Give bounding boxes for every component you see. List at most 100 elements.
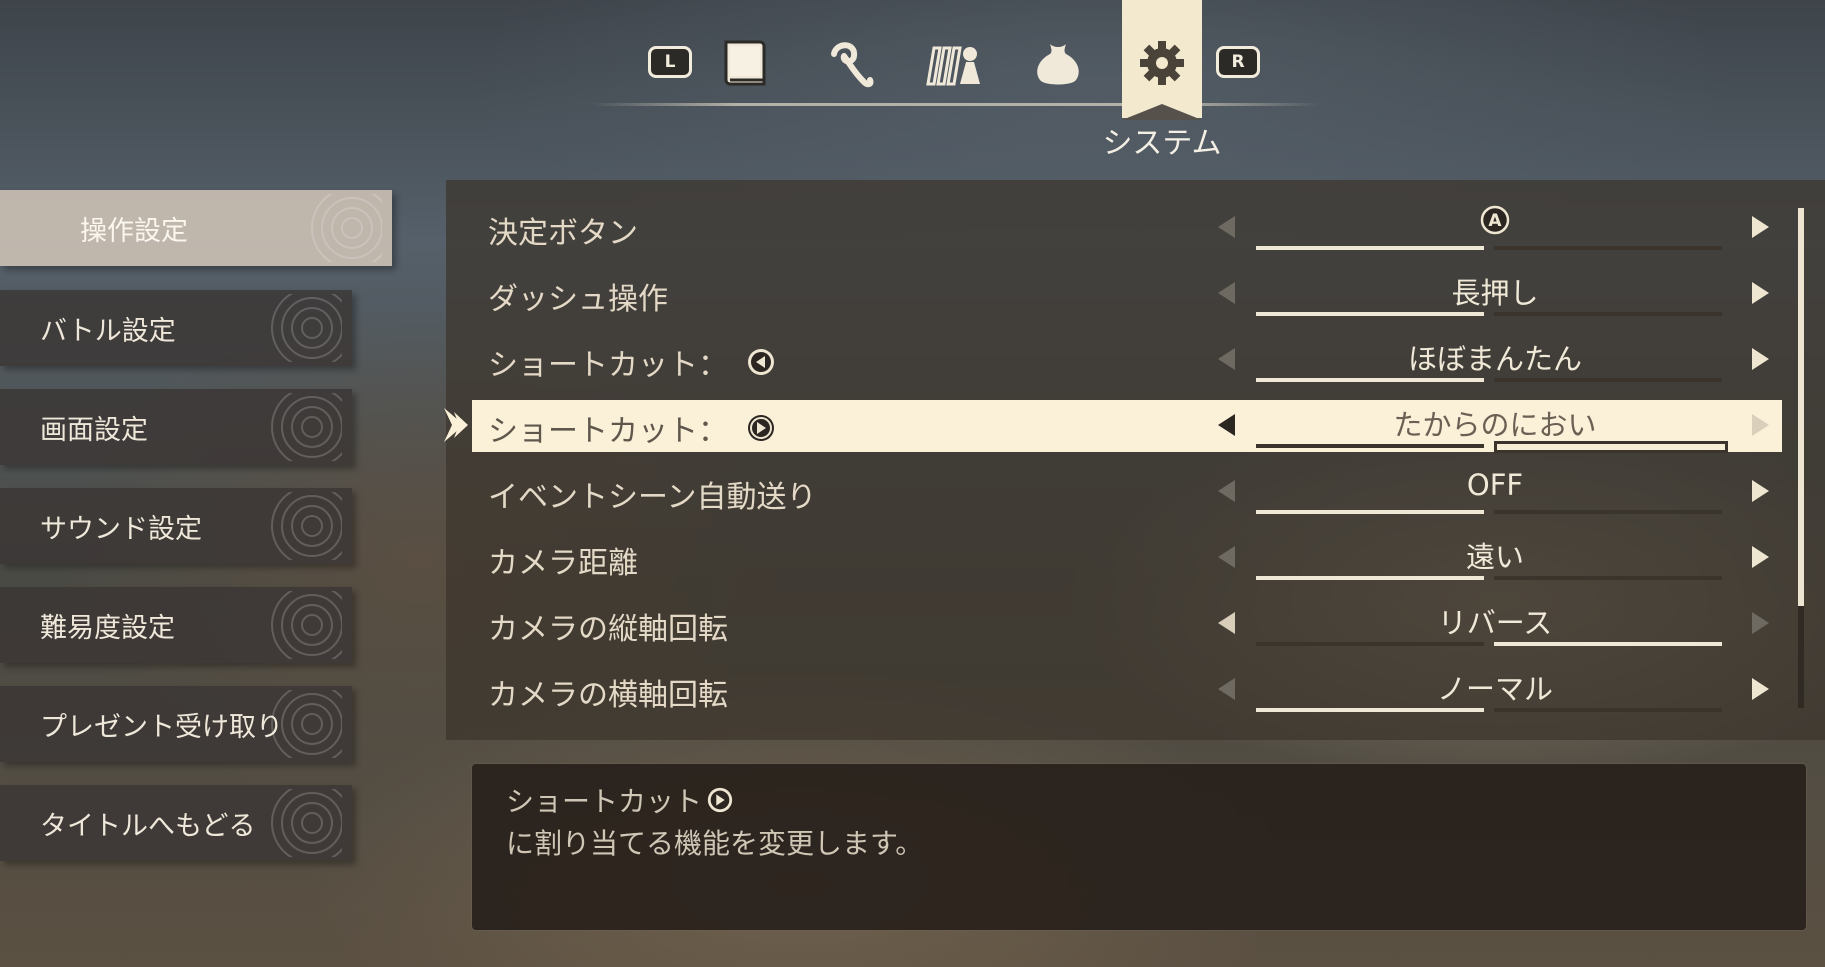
sidebar-item-display[interactable]: 画面設定 xyxy=(0,389,352,465)
arrow-right-icon[interactable] xyxy=(1752,612,1769,634)
arrow-right-icon[interactable] xyxy=(1752,348,1769,370)
arrow-right-icon[interactable] xyxy=(1752,216,1769,238)
setting-label: ダッシュ操作 xyxy=(488,282,668,317)
option-indicator-1 xyxy=(1256,708,1484,712)
setting-row-camera-distance[interactable]: カメラ距離 遠い xyxy=(472,532,1782,584)
swirl-decoration-icon xyxy=(271,789,342,857)
setting-label-text: ショートカット： xyxy=(488,348,728,383)
option-indicator-1 xyxy=(1256,642,1484,646)
setting-value: 遠い xyxy=(1465,540,1524,574)
sidebar-item-label: サウンド設定 xyxy=(40,513,202,545)
setting-label: カメラの横軸回転 xyxy=(488,678,728,713)
sidebar-item-label: 操作設定 xyxy=(80,215,188,247)
a-button-icon: A xyxy=(1480,205,1510,235)
option-indicator-2 xyxy=(1494,576,1722,580)
sidebar-item-label: バトル設定 xyxy=(40,315,176,347)
description-line-2: に割り当てる機能を変更します。 xyxy=(506,827,924,860)
option-indicator-1 xyxy=(1256,444,1484,448)
option-indicator-1 xyxy=(1256,510,1484,514)
arrow-left-icon[interactable] xyxy=(1218,678,1235,700)
arrow-right-icon[interactable] xyxy=(1752,480,1769,502)
settings-panel xyxy=(446,180,1825,740)
swirl-decoration-icon xyxy=(271,393,342,461)
setting-row-dash[interactable]: ダッシュ操作 長押し xyxy=(472,268,1782,320)
active-tab-label: システム xyxy=(1102,126,1222,161)
r-shoulder-button[interactable]: R xyxy=(1216,46,1260,78)
swirl-decoration-icon xyxy=(271,591,342,659)
bag-icon[interactable] xyxy=(1028,36,1088,92)
setting-row-shortcut-right[interactable]: ショートカット： たからのにおい xyxy=(472,400,1782,453)
setting-row-shortcut-left[interactable]: ショートカット： ほぼまんたん xyxy=(472,334,1782,386)
setting-label: 決定ボタン xyxy=(488,216,638,251)
setting-value: リバース xyxy=(1437,606,1553,640)
arrow-left-icon[interactable] xyxy=(1218,546,1235,568)
sidebar-item-label: 画面設定 xyxy=(40,414,148,446)
book-icon[interactable] xyxy=(716,36,776,92)
option-indicator-2 xyxy=(1494,708,1722,712)
party-icon[interactable] xyxy=(924,36,984,92)
setting-row-camera-horizontal[interactable]: カメラの横軸回転 ノーマル xyxy=(472,664,1782,716)
swirl-decoration-icon xyxy=(271,294,342,362)
arrow-right-icon[interactable] xyxy=(1752,546,1769,568)
dpad-left-button-icon xyxy=(748,349,774,375)
setting-label: カメラ距離 xyxy=(488,546,638,581)
sidebar-item-title[interactable]: タイトルへもどる xyxy=(0,785,352,861)
sidebar-item-sound[interactable]: サウンド設定 xyxy=(0,488,352,564)
description-box: ショートカット に割り当てる機能を変更します。 xyxy=(472,764,1806,930)
option-indicator-2 xyxy=(1494,642,1722,646)
arrow-left-icon[interactable] xyxy=(1218,480,1235,502)
skill-icon[interactable] xyxy=(822,36,882,92)
tab-system[interactable] xyxy=(1122,0,1202,120)
nav-divider xyxy=(590,103,1320,106)
arrow-left-icon[interactable] xyxy=(1218,216,1235,238)
setting-value: 長押し xyxy=(1451,276,1539,310)
arrow-left-icon[interactable] xyxy=(1218,282,1235,304)
setting-value: ノーマル xyxy=(1436,672,1553,706)
swirl-decoration-icon xyxy=(271,690,342,758)
description-line-1: ショートカット xyxy=(506,780,734,820)
sidebar-item-battle[interactable]: バトル設定 xyxy=(0,290,352,366)
setting-value: OFF xyxy=(1466,468,1524,502)
option-indicator-1 xyxy=(1256,246,1484,250)
description-text: ショートカット xyxy=(506,785,703,818)
setting-label: ショートカット： xyxy=(488,340,776,384)
arrow-left-icon[interactable] xyxy=(1218,612,1235,634)
setting-row-camera-vertical[interactable]: カメラの縦軸回転 リバース xyxy=(472,598,1782,650)
gear-icon xyxy=(1140,41,1184,85)
setting-value: たからのにおい xyxy=(1393,408,1597,442)
setting-value: ほぼまんたん xyxy=(1407,342,1582,376)
l-shoulder-button[interactable]: L xyxy=(648,46,692,78)
setting-label: イベントシーン自動送り xyxy=(488,480,817,515)
selection-cursor-icon xyxy=(444,408,468,442)
setting-label: ショートカット： xyxy=(488,406,776,450)
option-indicator-1 xyxy=(1256,312,1484,316)
option-indicator-2 xyxy=(1494,246,1722,250)
dpad-right-button-icon xyxy=(707,787,733,813)
sidebar-item-controls[interactable]: 操作設定 xyxy=(0,190,392,266)
arrow-right-icon[interactable] xyxy=(1752,282,1769,304)
sidebar-item-difficulty[interactable]: 難易度設定 xyxy=(0,587,352,663)
top-navigation: L システム R xyxy=(0,0,1825,161)
swirl-decoration-icon xyxy=(271,492,342,560)
dpad-right-button-icon xyxy=(748,415,774,441)
sidebar-item-present[interactable]: プレゼント受け取り xyxy=(0,686,352,762)
option-indicator-2 xyxy=(1494,378,1722,382)
setting-value: A xyxy=(1256,204,1734,243)
arrow-left-icon[interactable] xyxy=(1218,414,1235,436)
setting-row-event-auto[interactable]: イベントシーン自動送り OFF xyxy=(472,466,1782,518)
swirl-decoration-icon xyxy=(311,194,382,262)
setting-row-confirm-button[interactable]: 決定ボタン A xyxy=(472,202,1782,254)
a-button-glyph: A xyxy=(1488,211,1502,231)
scrollbar-thumb[interactable] xyxy=(1798,208,1804,606)
arrow-right-icon[interactable] xyxy=(1752,678,1769,700)
arrow-right-icon[interactable] xyxy=(1752,414,1769,436)
arrow-left-icon[interactable] xyxy=(1218,348,1235,370)
setting-label-text: ショートカット： xyxy=(488,414,728,449)
option-indicator-1 xyxy=(1256,378,1484,382)
setting-label: カメラの縦軸回転 xyxy=(488,612,728,647)
option-indicator-2 xyxy=(1494,441,1728,453)
option-indicator-1 xyxy=(1256,576,1484,580)
option-indicator-2 xyxy=(1494,510,1722,514)
sidebar-item-label: 難易度設定 xyxy=(40,612,175,644)
option-indicator-2 xyxy=(1494,312,1722,316)
